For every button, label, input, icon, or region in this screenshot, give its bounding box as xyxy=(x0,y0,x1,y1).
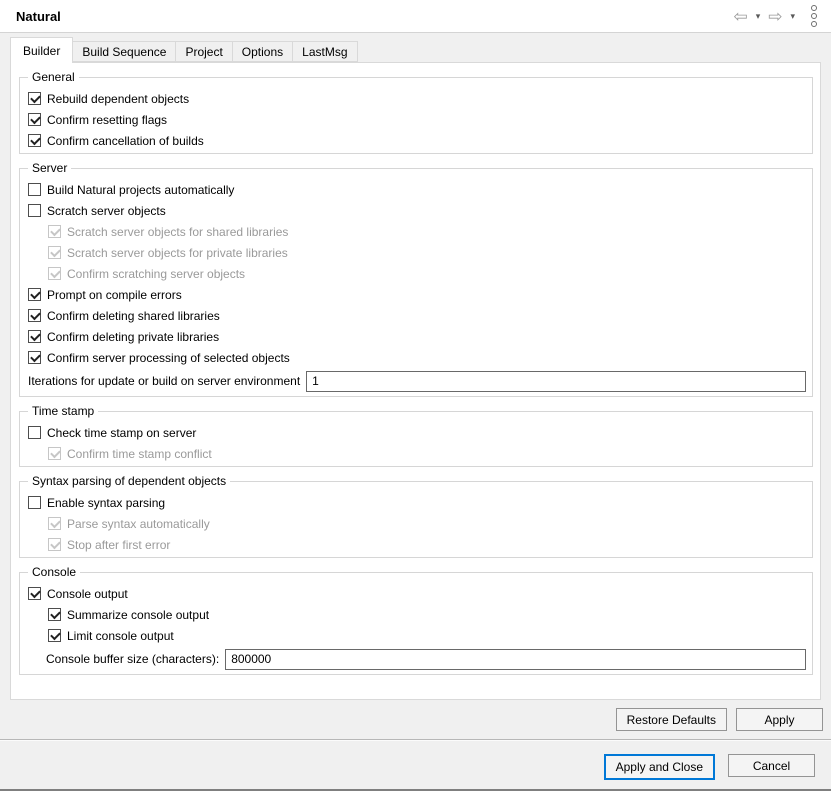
builder-tab-panel: General Rebuild dependent objects Confirm … xyxy=(10,62,821,700)
checkbox-icon xyxy=(48,447,61,460)
forward-icon[interactable]: ⇨ xyxy=(768,8,782,25)
tab-bar: BuilderBuild SequenceProjectOptionsLastM… xyxy=(0,33,831,62)
checkbox-icon[interactable] xyxy=(28,288,41,301)
checkbox-label: Scratch server objects for shared librar… xyxy=(67,225,288,239)
field-row-console-buffer-size-characters: Console buffer size (characters): xyxy=(20,646,812,672)
back-dropdown-icon[interactable]: ▾ xyxy=(756,11,761,22)
group-title: Syntax parsing of dependent objects xyxy=(28,474,230,488)
checkbox-label: Scratch server objects for private libra… xyxy=(67,246,288,260)
tab-builder[interactable]: Builder xyxy=(10,37,73,63)
page-header: Natural ⇦ ▾ ⇨ ▾ xyxy=(0,0,831,33)
group-title: Time stamp xyxy=(28,404,98,418)
checkbox-icon[interactable] xyxy=(28,183,41,196)
checkbox-icon[interactable] xyxy=(28,204,41,217)
checkbox-label: Prompt on compile errors xyxy=(47,288,182,302)
apply-and-close-button[interactable]: Apply and Close xyxy=(604,754,715,780)
apply-button[interactable]: Apply xyxy=(736,708,823,731)
field-row-iterations-for-update-or-build-on-server-environment: Iterations for update or build on server… xyxy=(20,368,812,394)
group-title: General xyxy=(28,70,79,84)
view-menu-icon[interactable] xyxy=(809,3,819,29)
group-console: ConsoleConsole outputSummarize console o… xyxy=(19,572,813,675)
checkbox-check-time-stamp-on-server[interactable]: Check time stamp on server xyxy=(20,422,812,443)
tab-lastmsg[interactable]: LastMsg xyxy=(293,41,357,62)
checkbox-icon xyxy=(48,267,61,280)
checkbox-label: Parse syntax automatically xyxy=(67,517,210,531)
field-label: Console buffer size (characters): xyxy=(46,652,219,666)
group-syntax-parsing-of-dependent-objects: Syntax parsing of dependent objectsEnabl… xyxy=(19,481,813,558)
checkbox-icon[interactable] xyxy=(28,309,41,322)
page-title: Natural xyxy=(16,9,61,24)
tab-build-sequence[interactable]: Build Sequence xyxy=(73,41,176,62)
checkbox-icon[interactable] xyxy=(28,351,41,364)
nav-controls: ⇦ ▾ ⇨ ▾ xyxy=(733,3,819,29)
checkbox-label: Confirm time stamp conflict xyxy=(67,447,212,461)
checkbox-icon[interactable] xyxy=(28,330,41,343)
checkbox-confirm-deleting-private-libraries[interactable]: Confirm deleting private libraries xyxy=(20,326,812,347)
checkbox-confirm-cancellation-of-builds[interactable]: Confirm cancellation of builds xyxy=(20,130,812,151)
checkbox-icon[interactable] xyxy=(48,608,61,621)
checkbox-confirm-deleting-shared-libraries[interactable]: Confirm deleting shared libraries xyxy=(20,305,812,326)
checkbox-confirm-server-processing-of-selected-objects[interactable]: Confirm server processing of selected ob… xyxy=(20,347,812,368)
group-time-stamp: Time stampCheck time stamp on serverConf… xyxy=(19,411,813,467)
checkbox-icon xyxy=(48,517,61,530)
dialog-button-bar: Apply and Close Cancel xyxy=(0,741,831,780)
checkbox-enable-syntax-parsing[interactable]: Enable syntax parsing xyxy=(20,492,812,513)
forward-dropdown-icon[interactable]: ▾ xyxy=(790,11,795,22)
checkbox-rebuild-dependent-objects[interactable]: Rebuild dependent objects xyxy=(20,88,812,109)
checkbox-icon[interactable] xyxy=(28,496,41,509)
checkbox-label: Rebuild dependent objects xyxy=(47,92,189,106)
checkbox-confirm-time-stamp-conflict: Confirm time stamp conflict xyxy=(20,443,812,464)
checkbox-icon xyxy=(48,538,61,551)
group-server: ServerBuild Natural projects automatical… xyxy=(19,168,813,397)
iterations-for-update-or-build-on-server-environment-input[interactable] xyxy=(306,371,806,392)
checkbox-label: Confirm resetting flags xyxy=(47,113,167,127)
checkbox-label: Build Natural projects automatically xyxy=(47,183,234,197)
checkbox-label: Confirm deleting shared libraries xyxy=(47,309,220,323)
tab-options[interactable]: Options xyxy=(233,41,293,62)
checkbox-console-output[interactable]: Console output xyxy=(20,583,812,604)
checkbox-icon[interactable] xyxy=(28,134,41,147)
checkbox-label: Scratch server objects xyxy=(47,204,166,218)
checkbox-icon xyxy=(48,225,61,238)
group-title: Server xyxy=(28,161,71,175)
checkbox-label: Enable syntax parsing xyxy=(47,496,165,510)
checkbox-label: Confirm deleting private libraries xyxy=(47,330,219,344)
checkbox-label: Console output xyxy=(47,587,128,601)
back-icon[interactable]: ⇦ xyxy=(733,8,747,25)
checkbox-scratch-server-objects-for-private-libraries: Scratch server objects for private libra… xyxy=(20,242,812,263)
checkbox-label: Confirm scratching server objects xyxy=(67,267,245,281)
checkbox-limit-console-output[interactable]: Limit console output xyxy=(20,625,812,646)
checkbox-label: Confirm server processing of selected ob… xyxy=(47,351,290,365)
checkbox-label: Stop after first error xyxy=(67,538,170,552)
group-general: GeneralRebuild dependent objectsConfirm … xyxy=(19,77,813,154)
checkbox-scratch-server-objects[interactable]: Scratch server objects xyxy=(20,200,812,221)
checkbox-build-natural-projects-automatically[interactable]: Build Natural projects automatically xyxy=(20,179,812,200)
checkbox-stop-after-first-error: Stop after first error xyxy=(20,534,812,555)
checkbox-label: Limit console output xyxy=(67,629,174,643)
checkbox-icon[interactable] xyxy=(28,113,41,126)
tab-project[interactable]: Project xyxy=(176,41,232,62)
checkbox-parse-syntax-automatically: Parse syntax automatically xyxy=(20,513,812,534)
checkbox-icon xyxy=(48,246,61,259)
cancel-button[interactable]: Cancel xyxy=(728,754,815,777)
restore-defaults-button[interactable]: Restore Defaults xyxy=(616,708,727,731)
checkbox-summarize-console-output[interactable]: Summarize console output xyxy=(20,604,812,625)
checkbox-icon[interactable] xyxy=(28,426,41,439)
checkbox-label: Check time stamp on server xyxy=(47,426,196,440)
checkbox-prompt-on-compile-errors[interactable]: Prompt on compile errors xyxy=(20,284,812,305)
checkbox-icon[interactable] xyxy=(48,629,61,642)
checkbox-icon[interactable] xyxy=(28,92,41,105)
console-buffer-size-characters-input[interactable] xyxy=(225,649,806,670)
checkbox-scratch-server-objects-for-shared-libraries: Scratch server objects for shared librar… xyxy=(20,221,812,242)
field-label: Iterations for update or build on server… xyxy=(28,374,300,388)
preferences-window: Natural ⇦ ▾ ⇨ ▾ BuilderBuild SequencePro… xyxy=(0,0,831,791)
group-title: Console xyxy=(28,565,80,579)
page-button-bar: Restore Defaults Apply xyxy=(0,700,831,731)
checkbox-label: Summarize console output xyxy=(67,608,209,622)
checkbox-label: Confirm cancellation of builds xyxy=(47,134,204,148)
checkbox-confirm-resetting-flags[interactable]: Confirm resetting flags xyxy=(20,109,812,130)
checkbox-confirm-scratching-server-objects: Confirm scratching server objects xyxy=(20,263,812,284)
checkbox-icon[interactable] xyxy=(28,587,41,600)
